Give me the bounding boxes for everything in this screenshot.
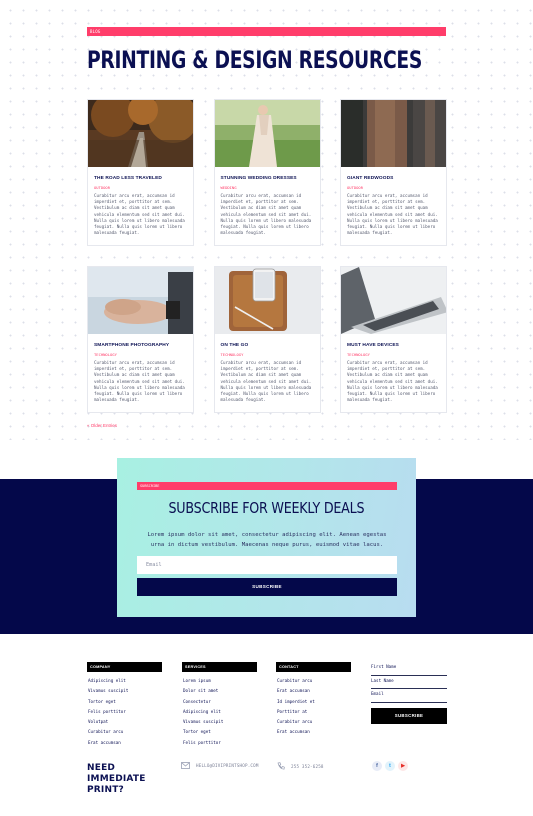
services-heading: SERVICES bbox=[182, 662, 257, 672]
footer-link[interactable]: Curabitur arcu bbox=[276, 676, 351, 686]
footer-link[interactable]: Consectetur bbox=[182, 697, 257, 707]
footer-link[interactable]: Lorem ipsum bbox=[182, 676, 257, 686]
first-name-field[interactable] bbox=[371, 664, 447, 669]
post-category[interactable]: WEDDING bbox=[221, 185, 314, 190]
footer-link[interactable]: Porttitor at bbox=[276, 707, 351, 717]
blog-card[interactable]: MUST HAVE DEVICES TECHNOLOGY Curabitur a… bbox=[340, 266, 447, 413]
phone-icon bbox=[277, 762, 285, 770]
post-category[interactable]: TECHNOLOGY bbox=[221, 352, 314, 357]
footer-subscribe-button[interactable]: SUBSCRIBE bbox=[371, 707, 447, 724]
contact-email-text[interactable]: HELLO@DIVIPRINTSHOP.COM bbox=[196, 763, 259, 768]
post-title[interactable]: ON THE GO bbox=[221, 343, 314, 348]
footer-link[interactable]: Dolor sit amet bbox=[182, 686, 257, 696]
post-excerpt: Curabitur arcu erat, accumsan id imperdi… bbox=[94, 193, 185, 236]
footer-link[interactable]: Tortor eget bbox=[87, 697, 162, 707]
subscribe-title: SUBSCRIBE FOR WEEKLY DEALS bbox=[168, 499, 365, 517]
subscribe-button[interactable]: SUBSCRIBE bbox=[137, 578, 397, 596]
last-name-field-wrap bbox=[371, 676, 447, 689]
footer-email-field[interactable] bbox=[371, 691, 447, 696]
post-category[interactable]: TECHNOLOGY bbox=[94, 352, 187, 357]
contact-email[interactable]: HELLO@DIVIPRINTSHOP.COM bbox=[181, 762, 259, 769]
redwoods-photo[interactable] bbox=[341, 100, 446, 167]
footer-link[interactable]: Volutpat bbox=[87, 717, 162, 727]
facebook-icon[interactable]: f bbox=[372, 761, 382, 771]
on-the-go-photo[interactable] bbox=[214, 267, 320, 334]
blog-tag: BLOG bbox=[87, 27, 446, 36]
blog-card[interactable]: GIANT REDWOODS OUTDOOR Curabitur arcu er… bbox=[340, 99, 447, 246]
company-heading: COMPANY bbox=[87, 662, 162, 672]
blog-card[interactable]: SMARTPHONE PHOTOGRAPHY TECHNOLOGY Curabi… bbox=[87, 266, 194, 413]
contact-phone-text[interactable]: 255 352-6258 bbox=[291, 764, 324, 769]
footer-services-column: SERVICES Lorem ipsum Dolor sit amet Cons… bbox=[182, 662, 257, 748]
footer-link[interactable]: Erat accumsan bbox=[276, 686, 351, 696]
footer-link[interactable]: Felis porttitor bbox=[182, 738, 257, 748]
subscribe-tag: SUBSCRIBE bbox=[137, 482, 397, 490]
post-title[interactable]: GIANT REDWOODS bbox=[347, 176, 440, 181]
blog-card[interactable]: ON THE GO TECHNOLOGY Curabitur arcu erat… bbox=[213, 266, 321, 413]
footer-link[interactable]: Adipiscing elit bbox=[182, 707, 257, 717]
twitter-icon[interactable]: t bbox=[385, 761, 395, 771]
first-name-field-wrap bbox=[371, 662, 447, 676]
post-title[interactable]: STUNNING WEDDING DRESSES bbox=[221, 176, 314, 181]
footer-link[interactable]: Erat accumsan bbox=[87, 738, 162, 748]
contact-heading: CONTACT bbox=[276, 662, 351, 672]
footer-link[interactable]: Curabitur arcu bbox=[87, 727, 162, 737]
post-category[interactable]: OUTDOOR bbox=[94, 185, 187, 190]
footer-link[interactable]: Felis porttitor bbox=[87, 707, 162, 717]
cta-heading: NEED IMMEDIATE PRINT? bbox=[87, 763, 146, 795]
post-excerpt: Curabitur arcu erat, accumsan id imperdi… bbox=[347, 193, 438, 236]
footer-company-column: COMPANY Adipiscing elit Vivamus suscipit… bbox=[87, 662, 162, 748]
post-excerpt: Curabitur arcu erat, accumsan id imperdi… bbox=[220, 360, 312, 403]
footer-link[interactable]: Vivamus suscipit bbox=[87, 686, 162, 696]
contact-phone[interactable]: 255 352-6258 bbox=[277, 762, 324, 770]
social-links: f t ▶ bbox=[372, 761, 408, 771]
footer-link[interactable]: Adipiscing elit bbox=[87, 676, 162, 686]
subscribe-text: Lorem ipsum dolor sit amet, consectetur … bbox=[147, 532, 387, 548]
footer-link[interactable]: Id imperdiet et bbox=[276, 697, 351, 707]
post-excerpt: Curabitur arcu erat, accumsan id imperdi… bbox=[94, 360, 185, 403]
post-title[interactable]: THE ROAD LESS TRAVELED bbox=[94, 176, 187, 181]
subscribe-box: SUBSCRIBE SUBSCRIBE FOR WEEKLY DEALS Lor… bbox=[117, 458, 416, 617]
older-entries-link[interactable]: « Older Entries bbox=[87, 423, 117, 428]
footer-contact-column: CONTACT Curabitur arcu Erat accumsan Id … bbox=[276, 662, 351, 738]
post-category[interactable]: OUTDOOR bbox=[347, 185, 440, 190]
post-category[interactable]: TECHNOLOGY bbox=[347, 352, 440, 357]
post-excerpt: Curabitur arcu erat, accumsan id imperdi… bbox=[347, 360, 438, 403]
blog-grid: THE ROAD LESS TRAVELED OUTDOOR Curabitur… bbox=[87, 99, 447, 413]
footer-link[interactable]: Tortor eget bbox=[182, 727, 257, 737]
blog-card[interactable]: THE ROAD LESS TRAVELED OUTDOOR Curabitur… bbox=[87, 99, 194, 246]
footer-email-field-wrap bbox=[371, 689, 447, 703]
post-title[interactable]: SMARTPHONE PHOTOGRAPHY bbox=[94, 343, 187, 348]
footer-link[interactable]: Curabitur arcu bbox=[276, 717, 351, 727]
page-title: PRINTING & DESIGN RESOURCES bbox=[87, 46, 423, 74]
wedding-photo[interactable] bbox=[214, 100, 320, 167]
footer-link[interactable]: Vivamus suscipit bbox=[182, 717, 257, 727]
post-title[interactable]: MUST HAVE DEVICES bbox=[347, 343, 440, 348]
last-name-field[interactable] bbox=[371, 677, 447, 683]
footer-signup-form: SUBSCRIBE bbox=[371, 662, 447, 724]
envelope-icon bbox=[181, 762, 190, 769]
subscribe-email-input[interactable] bbox=[137, 556, 397, 574]
blog-card[interactable]: STUNNING WEDDING DRESSES WEDDING Curabit… bbox=[213, 99, 321, 246]
post-excerpt: Curabitur arcu erat, accumsan id imperdi… bbox=[220, 193, 312, 236]
youtube-icon[interactable]: ▶ bbox=[398, 761, 408, 771]
smartphone-photo[interactable] bbox=[88, 267, 193, 334]
road-photo[interactable] bbox=[88, 100, 193, 167]
footer-link[interactable]: Erat accumsan bbox=[276, 727, 351, 737]
laptop-photo[interactable] bbox=[341, 267, 446, 334]
